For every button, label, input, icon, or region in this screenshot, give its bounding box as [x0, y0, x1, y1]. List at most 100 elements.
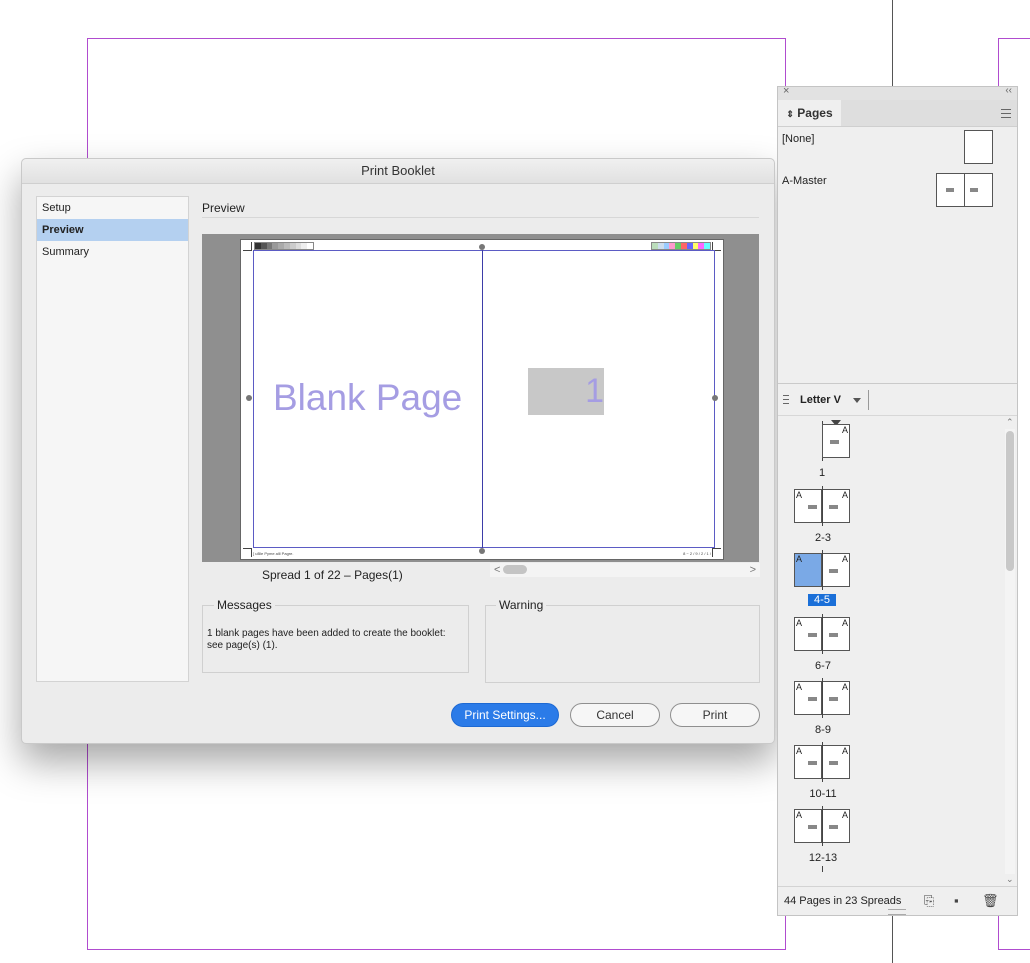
page-thumb-left[interactable]: A [794, 617, 822, 651]
master-letter: A [841, 554, 848, 564]
page-thumb-left-selected[interactable]: A [794, 553, 822, 587]
scroll-thumb[interactable] [503, 565, 527, 574]
sidebar-item-summary[interactable]: Summary [37, 241, 188, 263]
section-title: Preview [202, 201, 245, 215]
chevron-down-icon[interactable] [853, 398, 861, 403]
spread-label: 12-13 [808, 852, 838, 864]
page-number-frame: 1 [528, 368, 604, 415]
preview-sheet: Blank Page 1 [ uBle Pyme alll Pagre. 8 ~… [240, 239, 724, 560]
tab-pages[interactable]: ⇕ Pages [778, 100, 841, 126]
blank-page-text: Blank Page [273, 377, 463, 418]
page-size-bar: Letter V [778, 385, 1017, 416]
spread-spine [822, 614, 823, 654]
spread-1[interactable]: A 1 [794, 421, 852, 479]
registration-mark [479, 244, 485, 250]
warning-group: Warning [485, 598, 760, 683]
spread-2-3[interactable]: A A 2-3 [794, 486, 852, 544]
page-thumb-right[interactable]: A [822, 424, 850, 458]
spread-spine [822, 866, 823, 872]
page-placeholder [829, 633, 838, 637]
messages-title: Messages [214, 598, 275, 612]
spread-8-9[interactable]: A A 8-9 [794, 678, 852, 736]
spread-label: 6-7 [815, 660, 831, 672]
list-icon [783, 395, 789, 404]
scroll-up-icon[interactable]: ⌃ [1006, 417, 1014, 428]
spread-4-5[interactable]: A A 4-5 [794, 550, 852, 607]
close-icon[interactable]: × [783, 85, 789, 97]
registration-mark [479, 548, 485, 554]
master-letter: A [796, 490, 803, 500]
spread-spine [822, 486, 823, 526]
registration-mark [246, 395, 252, 401]
page-placeholder [808, 633, 817, 637]
page-count-label: 44 Pages in 23 Spreads [784, 895, 902, 907]
preview-scrollbar[interactable]: < > [490, 563, 760, 577]
sidebar-item-setup[interactable]: Setup [37, 197, 188, 219]
spread-fold-line-bottom [892, 915, 893, 963]
spread-spine [822, 550, 823, 590]
cancel-button[interactable]: Cancel [570, 703, 660, 727]
print-settings-button[interactable]: Print Settings... [451, 703, 559, 727]
page-size-label[interactable]: Letter V [800, 394, 841, 406]
sidebar-item-preview[interactable]: Preview [37, 219, 188, 241]
trash-icon[interactable]: 🗑 [982, 894, 999, 907]
collapse-icon[interactable]: ‹‹ [1005, 85, 1012, 96]
spread-10-11[interactable]: A A 10-11 [794, 742, 852, 800]
page-placeholder [808, 761, 817, 765]
resize-grip[interactable] [888, 909, 906, 915]
process-color-bar [651, 242, 711, 250]
crop-mark [712, 548, 721, 557]
dialog-sidebar: Setup Preview Summary [36, 196, 189, 682]
page-thumb-left[interactable]: A [794, 745, 822, 779]
pages-scrollbar[interactable]: ⌃ ⌄ [1005, 417, 1015, 885]
crop-mark [243, 548, 252, 557]
master-letter: A [796, 682, 803, 692]
spread-6-7[interactable]: A A 6-7 [794, 614, 852, 672]
panel-titlebar: × ‹‹ [778, 85, 1017, 101]
spread-label: 1 [818, 467, 826, 479]
page-thumb-right[interactable]: A [822, 489, 850, 523]
master-letter: A [841, 490, 848, 500]
page-thumb-right[interactable]: A [822, 617, 850, 651]
master-a-thumb[interactable] [936, 173, 993, 207]
page-thumb-left[interactable]: A [794, 489, 822, 523]
page-thumb-right[interactable]: A [822, 745, 850, 779]
spread-spine [822, 806, 823, 846]
panel-menu-icon[interactable] [1001, 109, 1011, 118]
scroll-right-icon[interactable]: > [750, 563, 756, 577]
toolbar-separator [868, 390, 869, 410]
print-button[interactable]: Print [670, 703, 760, 727]
master-none-thumb[interactable] [964, 130, 993, 164]
scroll-thumb[interactable] [1006, 431, 1014, 571]
scroll-down-icon[interactable]: ⌄ [1006, 874, 1014, 885]
page-thumb-left[interactable]: A [794, 809, 822, 843]
tab-pages-label: Pages [797, 106, 833, 120]
page-placeholder [829, 505, 838, 509]
spread-fold-line [892, 0, 893, 90]
page-placeholder [808, 825, 817, 829]
registration-mark [712, 395, 718, 401]
dialog-title: Print Booklet [22, 159, 774, 184]
page-thumb-left[interactable]: A [794, 681, 822, 715]
spread-12-13[interactable]: A A 12-13 [794, 806, 852, 872]
master-letter: A [796, 618, 803, 628]
page-thumb-right[interactable]: A [822, 809, 850, 843]
page-placeholder [830, 440, 839, 444]
page-thumb-right[interactable]: A [822, 681, 850, 715]
scroll-left-icon[interactable]: < [494, 563, 500, 577]
master-a-label[interactable]: A-Master [782, 175, 827, 187]
section-divider [202, 217, 759, 218]
master-letter: A [796, 554, 803, 564]
gray-color-bar [254, 242, 314, 250]
master-none-label[interactable]: [None] [782, 133, 814, 145]
spread-indicator: Spread 1 of 22 – Pages(1) [262, 568, 403, 582]
page-thumb-right[interactable]: A [822, 553, 850, 587]
messages-group: Messages 1 blank pages have been added t… [202, 598, 469, 673]
slug-info-right: 8 ~ 2 / 9 / 2 / 1 / [683, 551, 711, 556]
panel-divider[interactable] [778, 383, 1017, 384]
edit-page-size-icon[interactable]: ⎘ [924, 894, 934, 907]
page-placeholder [808, 697, 817, 701]
spread-fold [482, 250, 483, 548]
warning-title: Warning [496, 598, 547, 612]
new-page-icon[interactable]: ▪ [954, 894, 959, 907]
